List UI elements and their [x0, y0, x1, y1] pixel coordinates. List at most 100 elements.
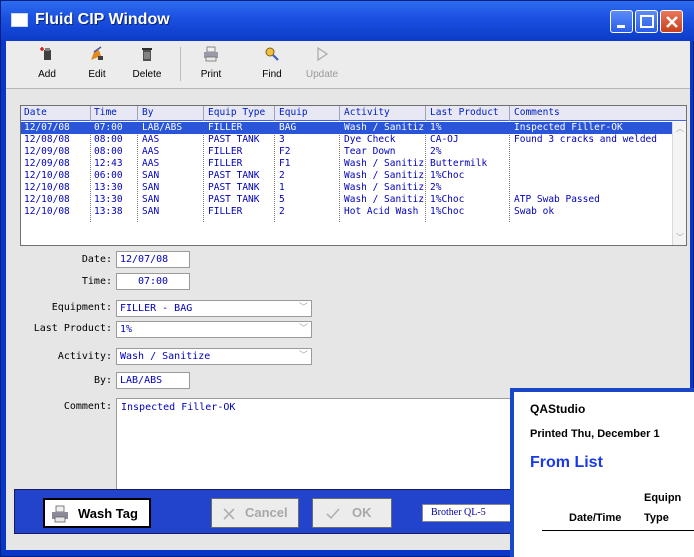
- activity-label: Activity:: [57, 351, 112, 362]
- table-cell: 13:30: [94, 182, 123, 193]
- print-button[interactable]: Print: [186, 43, 236, 85]
- table-row[interactable]: 12/10/08 13:30 SAN PAST TANK 1 Wash / Sanitiz…: [21, 182, 673, 194]
- table-cell: PAST TANK: [208, 170, 260, 181]
- table-row[interactable]: 12/09/08 12:43 AAS FILLER F1 Wash / Sanitize B…: [21, 158, 673, 170]
- table-cell: 1%Choc: [430, 194, 465, 205]
- table-cell: 13:38: [94, 206, 123, 217]
- table-cell: 08:00: [94, 134, 123, 145]
- table-cell: 2%: [430, 182, 442, 193]
- table-cell: SAN: [142, 206, 160, 217]
- report-app-name: QAStudio: [530, 402, 586, 416]
- by-field[interactable]: LAB/ABS: [116, 372, 190, 389]
- table-cell: 12/10/08: [24, 206, 70, 217]
- column-header-date[interactable]: Date: [24, 107, 47, 118]
- table-row[interactable]: 12/09/08 08:00 AAS FILLER F2 Tear Down 2%: [21, 146, 673, 158]
- table-cell: PAST TANK: [208, 194, 260, 205]
- chevron-down-icon[interactable]: ﹀: [297, 350, 310, 363]
- update-button[interactable]: Update: [297, 43, 347, 85]
- vertical-scrollbar[interactable]: ︿ ﹀: [672, 122, 686, 245]
- table-cell: 12/10/08: [24, 194, 70, 205]
- table-cell: SAN: [142, 182, 160, 193]
- add-label: Add: [38, 69, 56, 80]
- column-header-activity[interactable]: Activity: [344, 107, 390, 118]
- table-cell: 1%Choc: [430, 170, 465, 181]
- toolbar-separator: [180, 47, 181, 81]
- table-cell: 12:43: [94, 158, 123, 169]
- ok-button[interactable]: OK: [312, 498, 392, 528]
- table-cell: LAB/ABS: [142, 122, 183, 133]
- table-row[interactable]: 12/08/08 08:00 AAS PAST TANK 3 Dye Check CA-OJ…: [21, 134, 673, 146]
- table-cell: 1: [279, 182, 285, 193]
- report-preview-window[interactable]: QAStudio Printed Thu, December 1 From Li…: [510, 388, 694, 557]
- chevron-down-icon[interactable]: ﹀: [297, 323, 310, 336]
- table-cell: F1: [279, 158, 291, 169]
- wash-tag-button[interactable]: Wash Tag: [43, 498, 151, 528]
- table-row[interactable]: 12/07/08 07:00 LAB/ABS FILLER BAG Wash / Sani…: [21, 122, 673, 134]
- cip-records-table[interactable]: Date Time By Equip Type Equip Activity L…: [20, 105, 687, 246]
- column-header-equip[interactable]: Equip: [279, 107, 308, 118]
- report-column-type: Type: [644, 512, 669, 524]
- close-button[interactable]: [660, 10, 683, 33]
- table-row[interactable]: 12/10/08 13:38 SAN FILLER 2 Hot Acid Wash 1%Ch…: [21, 206, 673, 218]
- table-cell: BAG: [279, 122, 297, 133]
- maximize-button[interactable]: [635, 10, 658, 33]
- activity-select[interactable]: Wash / Sanitize ﹀: [116, 348, 312, 365]
- table-cell: 12/09/08: [24, 146, 70, 157]
- add-button[interactable]: Add: [22, 43, 72, 85]
- column-header-time[interactable]: Time: [94, 107, 117, 118]
- activity-value: Wash / Sanitize: [120, 351, 211, 362]
- table-cell: AAS: [142, 134, 160, 145]
- table-cell: 12/10/08: [24, 182, 70, 193]
- scroll-up-icon[interactable]: ︿: [675, 124, 685, 134]
- time-field[interactable]: 07:00: [116, 273, 190, 290]
- column-header-equip-type[interactable]: Equip Type: [208, 107, 265, 118]
- equipment-select[interactable]: FILLER - BAG ﹀: [116, 300, 312, 317]
- delete-label: Delete: [132, 69, 162, 80]
- comment-textarea[interactable]: Inspected Filler-OK: [116, 398, 516, 493]
- table-cell: 12/09/08: [24, 158, 70, 169]
- edit-icon: [91, 46, 103, 60]
- last-product-select[interactable]: 1% ﹀: [116, 321, 312, 338]
- column-header-last-product[interactable]: Last Product: [430, 107, 499, 118]
- table-cell: Found 3 cracks and welded: [514, 134, 657, 145]
- title-bar[interactable]: Fluid CIP Window: [1, 1, 694, 41]
- toolbar: Add Edit Delete Print Find Update: [6, 41, 690, 89]
- play-icon: [317, 46, 329, 62]
- scroll-down-icon[interactable]: ﹀: [675, 233, 685, 243]
- minimize-button[interactable]: [610, 10, 633, 33]
- table-cell: SAN: [142, 170, 160, 181]
- chevron-down-icon[interactable]: ﹀: [297, 302, 310, 315]
- action-bar: Wash Tag Cancel OK Brother QL-5: [14, 489, 537, 534]
- table-cell: PAST TANK: [208, 134, 260, 145]
- update-label: Update: [305, 69, 339, 80]
- table-cell: Wash / Sanitize: [344, 194, 424, 205]
- find-label: Find: [262, 69, 282, 80]
- column-header-comments[interactable]: Comments: [514, 107, 560, 118]
- table-cell: Wash / Sanitize: [344, 122, 424, 133]
- table-cell: 08:00: [94, 146, 123, 157]
- table-row[interactable]: 12/10/08 13:30 SAN PAST TANK 5 Wash / Sanitiz…: [21, 194, 673, 206]
- table-cell: 07:00: [94, 122, 123, 133]
- edit-button[interactable]: Edit: [72, 43, 122, 85]
- date-label: Date:: [81, 254, 112, 265]
- close-icon: [666, 16, 678, 28]
- last-product-value: 1%: [120, 324, 133, 335]
- table-cell: 3: [279, 134, 285, 145]
- print-label: Print: [200, 69, 222, 80]
- trash-icon: [142, 48, 152, 61]
- table-cell: ATP Swab Passed: [514, 194, 600, 205]
- table-cell: PAST TANK: [208, 182, 260, 193]
- by-label: By:: [93, 375, 112, 386]
- delete-button[interactable]: Delete: [122, 43, 172, 85]
- table-cell: 2: [279, 170, 285, 181]
- cancel-button[interactable]: Cancel: [211, 498, 299, 528]
- find-button[interactable]: Find: [247, 43, 297, 85]
- table-cell: 2%: [430, 146, 442, 157]
- column-header-by[interactable]: By: [142, 107, 153, 118]
- table-cell: Inspected Filler-OK: [514, 122, 623, 133]
- table-cell: F2: [279, 146, 291, 157]
- printer-icon: [204, 46, 218, 62]
- table-row[interactable]: 12/10/08 06:00 SAN PAST TANK 2 Wash / Sanitiz…: [21, 170, 673, 182]
- table-cell: AAS: [142, 158, 160, 169]
- date-field[interactable]: 12/07/08: [116, 251, 190, 268]
